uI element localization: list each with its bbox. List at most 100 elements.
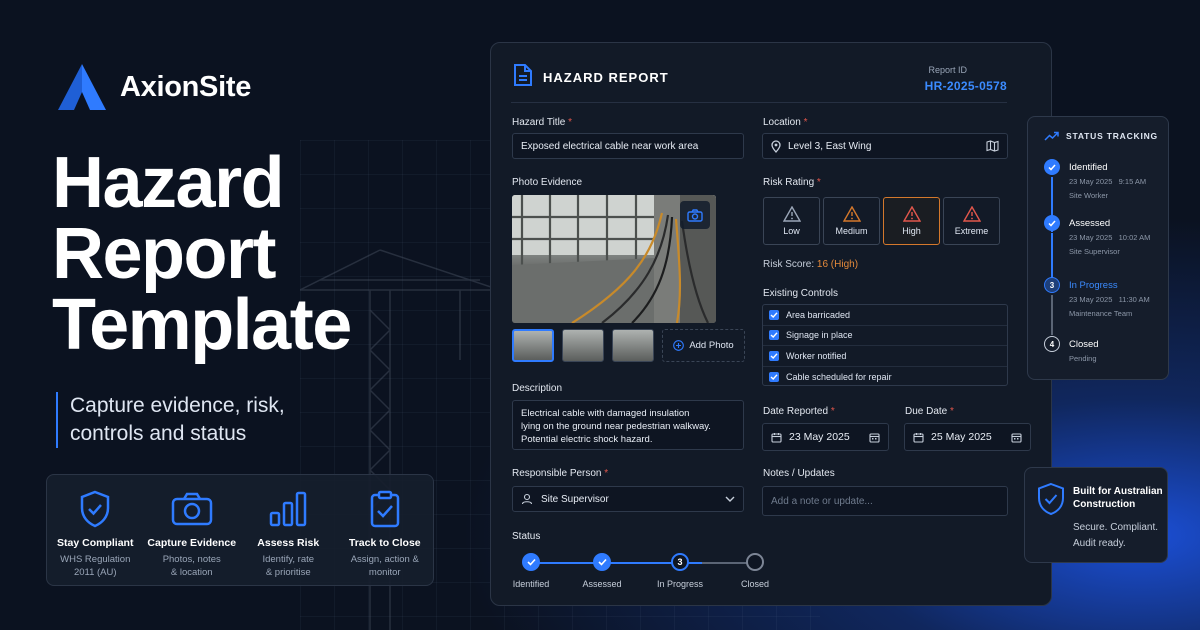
timeline-node-assessed[interactable] (1044, 215, 1060, 231)
map-icon[interactable] (986, 140, 999, 152)
warning-icon (782, 206, 801, 222)
location-label: Location * (763, 117, 808, 128)
feature-track-to-close: Track to Close Assign, action & monitor (337, 489, 434, 585)
responsible-person-label: Responsible Person * (512, 468, 608, 479)
required-mark: * (604, 468, 609, 479)
compliance-title-line: Construction (1073, 499, 1136, 510)
brand: AxionSite (56, 62, 251, 112)
description-line: Electrical cable with damaged insulation (521, 408, 690, 419)
status-step-label: Assessed (582, 579, 622, 589)
status-step-assessed[interactable] (593, 553, 611, 571)
status-step-label: Identified (512, 579, 550, 589)
feature-title: Capture Evidence (147, 537, 237, 549)
timeline-actor: Site Supervisor (1069, 247, 1120, 256)
control-item[interactable]: Area barricaded (763, 305, 1007, 326)
compliance-title: Built for Australian Construction (1073, 485, 1165, 511)
timeline-actor: Maintenance Team (1069, 309, 1133, 318)
required-mark: * (830, 406, 835, 417)
checkbox-checked-icon[interactable] (769, 371, 779, 382)
add-photo-button[interactable]: Add Photo (662, 329, 745, 362)
timeline-time: 9:15 AM (1118, 177, 1147, 186)
photo-thumbnail[interactable] (612, 329, 654, 362)
add-photo-label: Add Photo (689, 340, 734, 351)
risk-rating-label: Risk Rating * (763, 177, 821, 188)
checkbox-checked-icon[interactable] (769, 330, 779, 341)
risk-score-value: 16 (High) (816, 259, 859, 270)
checkbox-checked-icon[interactable] (769, 309, 779, 320)
timeline-datetime: 23 May 2025 11:30 AM (1069, 295, 1150, 304)
camera-icon (687, 208, 703, 222)
timeline-node-identified[interactable] (1044, 159, 1060, 175)
description-textarea[interactable]: Electrical cable with damaged insulation… (512, 400, 744, 450)
hazard-title-label: Hazard Title * (512, 117, 572, 128)
risk-option-medium[interactable]: Medium (823, 197, 880, 245)
camera-button[interactable] (680, 201, 710, 229)
compliance-subtitle-line: Audit ready. (1073, 538, 1126, 549)
control-item[interactable]: Signage in place (763, 326, 1007, 346)
timeline-node-in-progress[interactable]: 3 (1044, 277, 1060, 293)
check-icon (1048, 164, 1056, 171)
warning-icon (962, 206, 981, 222)
axionsite-logo-icon (58, 64, 106, 110)
responsible-person-value: Site Supervisor (541, 493, 609, 505)
notes-input[interactable]: Add a note or update... (762, 486, 1008, 516)
hazard-report-card: HAZARD REPORT Report ID HR-2025-0578 Haz… (490, 42, 1052, 606)
date-reported-input[interactable]: 23 May 2025 (762, 423, 889, 451)
control-label: Worker notified (786, 350, 847, 361)
location-label-text: Location (763, 117, 801, 128)
control-label: Area barricaded (786, 309, 851, 320)
report-id: HR-2025-0578 (924, 79, 1007, 93)
control-item[interactable]: Worker notified (763, 346, 1007, 367)
description-line: lying on the ground near pedestrian walk… (521, 421, 711, 432)
hazard-photo[interactable] (512, 195, 716, 323)
hazard-title-input[interactable]: Exposed electrical cable near work area (512, 133, 744, 159)
risk-option-label: Low (783, 226, 800, 236)
control-item[interactable]: Cable scheduled for repair (763, 367, 1007, 388)
clipboard-check-icon (370, 490, 399, 528)
calendar-icon (771, 432, 782, 443)
status-tracking-title: STATUS TRACKING (1066, 131, 1158, 141)
status-tracking-card: STATUS TRACKING Identified 23 May 2025 9… (1027, 116, 1169, 380)
location-input[interactable]: Level 3, East Wing (762, 133, 1008, 159)
feature-title: Stay Compliant (57, 537, 134, 549)
timeline-step-number: 3 (1049, 280, 1055, 290)
calendar-picker-icon[interactable] (1011, 432, 1022, 443)
calendar-picker-icon[interactable] (869, 432, 880, 443)
tagline-line: Capture evidence, risk, (70, 394, 285, 417)
due-date-label: Due Date * (905, 406, 954, 417)
timeline-title: Closed (1069, 339, 1099, 350)
feature-subtitle: Assign, action & monitor (350, 554, 419, 578)
location-pin-icon (771, 139, 781, 153)
existing-controls-list: Area barricaded Signage in place Worker … (762, 304, 1008, 386)
risk-option-low[interactable]: Low (763, 197, 820, 245)
timeline-date: 23 May 2025 (1069, 177, 1113, 186)
status-step-identified[interactable] (522, 553, 540, 571)
photo-thumbnail[interactable] (562, 329, 604, 362)
required-mark: * (568, 117, 573, 128)
card-title: HAZARD REPORT (543, 70, 669, 85)
due-date-input[interactable]: 25 May 2025 (904, 423, 1031, 451)
risk-option-extreme[interactable]: Extreme (943, 197, 1000, 245)
status-step-label: Closed (740, 579, 770, 589)
status-step-in-progress[interactable]: 3 (671, 553, 689, 571)
risk-rating-label-text: Risk Rating (763, 177, 815, 188)
status-step-closed[interactable] (746, 553, 764, 571)
location-value: Level 3, East Wing (788, 140, 872, 152)
timeline-time: 10:02 AM (1118, 233, 1151, 242)
responsible-person-select[interactable]: Site Supervisor (512, 486, 744, 512)
warning-icon (842, 206, 861, 222)
risk-score-label: Risk Score: (763, 259, 815, 270)
control-label: Cable scheduled for repair (786, 371, 892, 382)
photo-thumbnail[interactable] (512, 329, 554, 362)
timeline-title: Identified (1069, 162, 1108, 173)
feature-strip: Stay Compliant WHS Regulation 2011 (AU) … (46, 474, 434, 586)
timeline-node-closed[interactable]: 4 (1044, 336, 1060, 352)
feature-title: Assess Risk (257, 537, 320, 549)
checkbox-checked-icon[interactable] (769, 350, 779, 361)
plus-circle-icon (673, 340, 685, 351)
risk-option-high[interactable]: High (883, 197, 940, 245)
document-icon (514, 64, 532, 86)
timeline-datetime: 23 May 2025 10:02 AM (1069, 233, 1150, 242)
feature-subtitle: Identify, rate & prioritise (262, 554, 315, 578)
responsible-person-label-text: Responsible Person (512, 468, 602, 479)
